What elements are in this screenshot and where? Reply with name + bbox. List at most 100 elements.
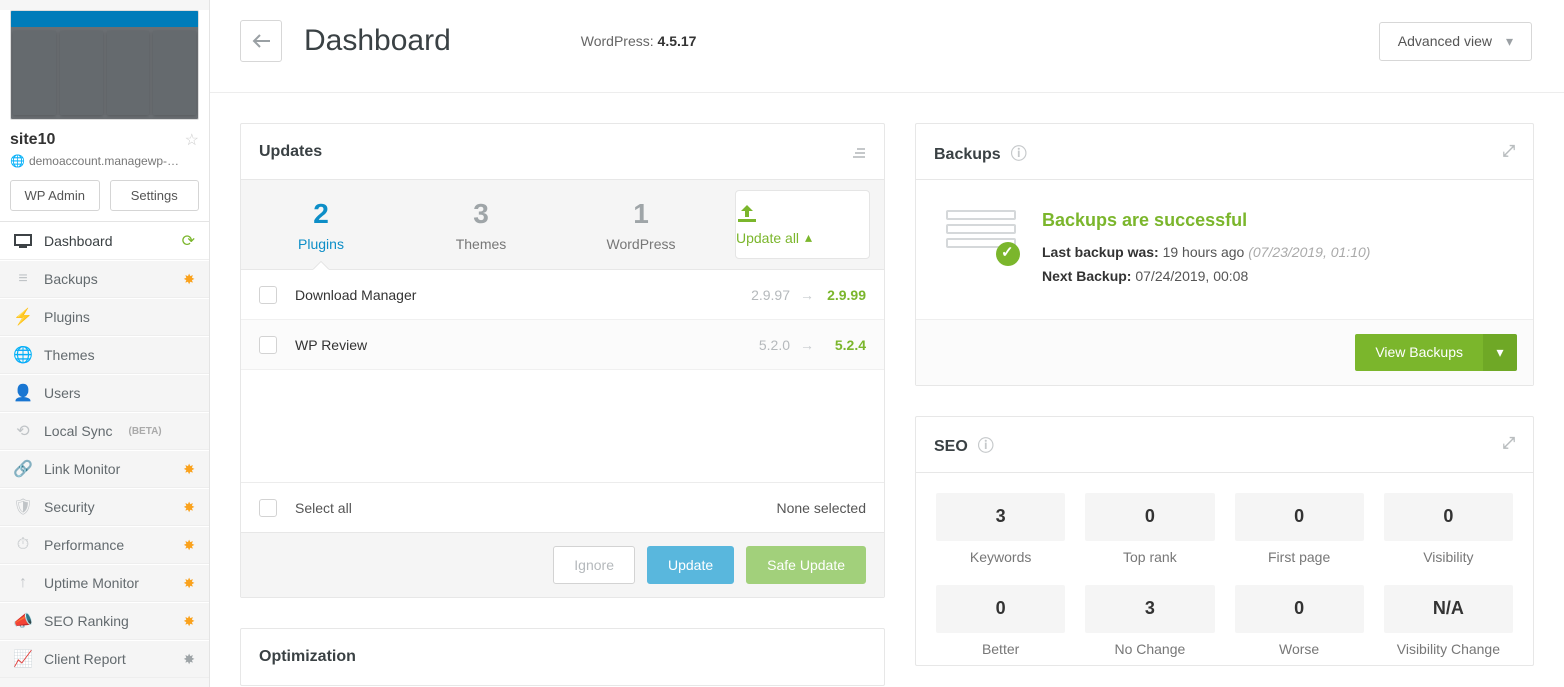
sidebar-item-seo-ranking[interactable]: 📣SEO Ranking ✸ [0, 602, 209, 640]
seo-tile-keywords[interactable]: 3 Keywords [936, 493, 1065, 565]
sidebar-item-performance[interactable]: ⏱Performance ✸ [0, 526, 209, 564]
user-icon: 👤 [14, 384, 32, 402]
seo-grid: 3Keywords 0Top rank 0First page 0Visibil… [916, 473, 1533, 665]
wp-admin-button[interactable]: WP Admin [10, 180, 100, 211]
expand-icon[interactable]: ⤢ [1502, 143, 1515, 161]
seo-tile-worse[interactable]: 0 Worse [1235, 585, 1364, 657]
chart-icon: 📈 [14, 650, 32, 668]
sidebar-item-link-monitor[interactable]: 🔗Link Monitor ✸ [0, 450, 209, 488]
seo-value: 3 [1085, 585, 1214, 633]
sidebar-item-label: Client Report [44, 651, 126, 667]
seo-value: 3 [936, 493, 1065, 541]
next-backup-key: Next Backup: [1042, 268, 1131, 284]
optimization-title: Optimization [259, 648, 356, 666]
select-all-checkbox[interactable] [259, 499, 277, 517]
sidebar-item-dashboard[interactable]: Dashboard ⟳ [0, 222, 209, 260]
page-title: Dashboard [304, 24, 451, 58]
seo-tile-visibility[interactable]: 0Visibility [1384, 493, 1513, 565]
seo-tile-better[interactable]: 0 Better [936, 585, 1065, 657]
seo-tile-no-change[interactable]: 3No Change [1085, 585, 1214, 657]
sidebar-item-local-sync[interactable]: ⟲Local Sync(BETA) [0, 412, 209, 450]
checkbox[interactable] [259, 336, 277, 354]
sidebar-item-plugins[interactable]: ⚡Plugins [0, 298, 209, 336]
sidebar-item-label: Plugins [44, 309, 90, 325]
seo-tile-top-rank[interactable]: 0Top rank [1085, 493, 1214, 565]
next-backup-value: 07/24/2019, 00:08 [1135, 268, 1248, 284]
sidebar: site10 ☆ 🌐 demoaccount.managewp-… WP Adm… [0, 0, 210, 687]
plugin-name[interactable]: Download Manager [295, 287, 751, 303]
premium-icon: ✸ [183, 575, 195, 592]
update-row: WP Review 5.2.0 → 5.2.4 [241, 320, 884, 370]
last-backup-when: (07/23/2019, 01:10) [1248, 244, 1370, 260]
sidebar-item-users[interactable]: 👤Users [0, 374, 209, 412]
sidebar-item-backups[interactable]: ≡Backups ✸ [0, 260, 209, 298]
checkmark-icon [996, 242, 1020, 266]
seo-label: Better [936, 641, 1065, 657]
safe-update-button[interactable]: Safe Update [746, 546, 866, 584]
updates-panel: Updates 2 Plugins 3 Themes 1 [240, 123, 885, 598]
update-tabs: 2 Plugins 3 Themes 1 WordPress [241, 180, 884, 270]
favorite-icon[interactable]: ☆ [185, 130, 199, 150]
last-backup-key: Last backup was: [1042, 244, 1159, 260]
optimization-panel: Optimization [240, 628, 885, 686]
tab-plugins[interactable]: 2 Plugins [241, 180, 401, 269]
sort-icon[interactable] [852, 145, 866, 159]
select-all-label[interactable]: Select all [295, 500, 352, 516]
sidebar-item-security[interactable]: 🛡Security ✸ [0, 488, 209, 526]
site-url[interactable]: demoaccount.managewp-… [29, 154, 179, 168]
plugins-label: Plugins [241, 236, 401, 252]
site-thumbnail[interactable] [10, 10, 199, 120]
update-all-button[interactable]: Update all▴ [735, 190, 870, 259]
ignore-button[interactable]: Ignore [553, 546, 635, 584]
old-version: 5.2.0 [759, 337, 790, 353]
checkbox[interactable] [259, 286, 277, 304]
seo-tile-visibility-change[interactable]: N/AVisibility Change [1384, 585, 1513, 657]
seo-label: Visibility [1384, 549, 1513, 565]
tab-themes[interactable]: 3 Themes [401, 180, 561, 269]
sync-icon: ⟲ [14, 422, 32, 440]
wordpress-count: 1 [561, 198, 721, 230]
sidebar-item-label: Link Monitor [44, 461, 120, 477]
new-version: 2.9.99 [826, 287, 866, 303]
info-icon[interactable]: ⓘ [1011, 146, 1027, 163]
update-rows: Download Manager 2.9.97 → 2.9.99 WP Revi… [241, 270, 884, 482]
refresh-icon[interactable]: ⟳ [182, 231, 195, 251]
view-backups-dropdown[interactable]: ▾ [1483, 334, 1517, 371]
backup-status-icon [946, 210, 1016, 260]
new-version: 5.2.4 [826, 337, 866, 353]
uptime-icon: ↑ [14, 574, 32, 592]
main: Dashboard WordPress: 4.5.17 Advanced vie… [210, 0, 1564, 687]
seo-label: Keywords [936, 549, 1065, 565]
select-row: Select all None selected [241, 482, 884, 532]
arrow-right-icon: → [800, 337, 814, 353]
tab-wordpress[interactable]: 1 WordPress [561, 180, 721, 269]
advanced-view-label: Advanced view [1398, 33, 1492, 49]
info-icon[interactable]: ⓘ [978, 438, 994, 455]
back-button[interactable] [240, 20, 282, 62]
themes-count: 3 [401, 198, 561, 230]
site-name: site10 [10, 131, 55, 149]
sidebar-item-themes[interactable]: 🌐Themes [0, 336, 209, 374]
arrow-right-icon: → [800, 287, 814, 303]
advanced-view-button[interactable]: Advanced view ▾ [1379, 22, 1532, 61]
update-button[interactable]: Update [647, 546, 734, 584]
sidebar-item-uptime-monitor[interactable]: ↑Uptime Monitor ✸ [0, 564, 209, 602]
settings-button[interactable]: Settings [110, 180, 200, 211]
seo-tile-first-page[interactable]: 0 First page [1235, 493, 1364, 565]
seo-title: SEO [934, 438, 968, 455]
wp-label: WordPress: [581, 33, 654, 49]
seo-label: Visibility Change [1384, 641, 1513, 657]
seo-value: 0 [936, 585, 1065, 633]
plugins-count: 2 [241, 198, 401, 230]
sidebar-item-client-report[interactable]: 📈 Client Report ✸ [0, 640, 209, 678]
view-backups-button[interactable]: View Backups [1355, 334, 1483, 371]
seo-value: 0 [1235, 493, 1364, 541]
chevron-down-icon: ▾ [1506, 33, 1513, 50]
seo-label: Worse [1235, 641, 1364, 657]
globe-icon: 🌐 [10, 154, 25, 168]
gear-icon[interactable]: ✸ [183, 651, 195, 668]
plugin-name[interactable]: WP Review [295, 337, 759, 353]
seo-value: 0 [1235, 585, 1364, 633]
seo-label: First page [1235, 549, 1364, 565]
expand-icon[interactable]: ⤢ [1502, 435, 1515, 453]
